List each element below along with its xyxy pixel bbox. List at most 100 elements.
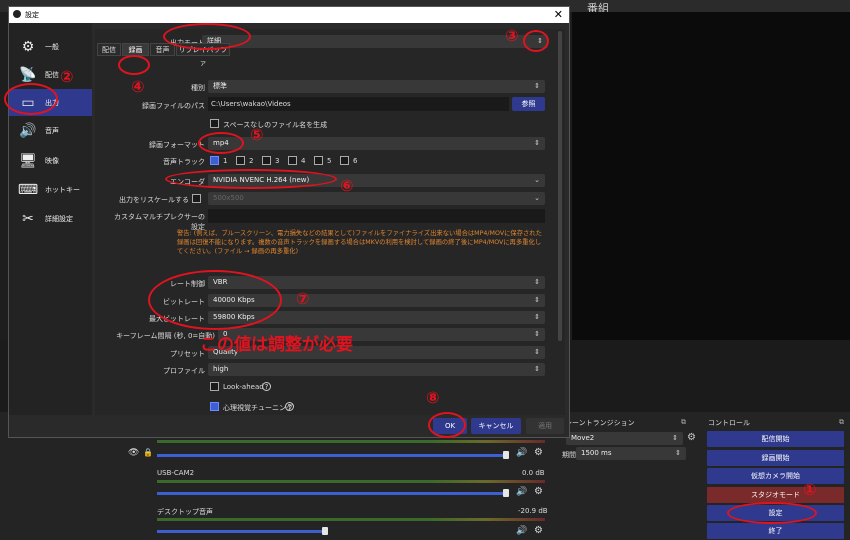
keyframe-label: キーフレーム間隔 (秒, 0=自動)	[116, 332, 215, 340]
rescale-label: 出力をリスケールする	[119, 196, 189, 204]
start-streaming-button[interactable]: 配信開始	[707, 431, 844, 447]
apply-button[interactable]: 適用	[526, 418, 564, 434]
sidebar-item-video[interactable]: 🖥 映像	[9, 147, 92, 174]
cancel-button[interactable]: キャンセル	[471, 418, 521, 434]
spin-arrows-icon: ⇕	[534, 139, 540, 147]
preset-label: プリセット	[170, 350, 205, 358]
spin-arrows-icon: ⇕	[534, 348, 540, 356]
chevron-down-icon: ⌄	[534, 176, 540, 184]
duration-input[interactable]: 1500 ms ⇕	[576, 447, 686, 460]
mixer-source-level: 0.0 dB	[522, 469, 545, 477]
track-label: 3	[275, 157, 280, 165]
psycho-visual-label: 心理視覚チューニング	[223, 404, 293, 412]
speaker-icon[interactable]: 🔊	[516, 526, 527, 536]
close-icon[interactable]: ✕	[554, 8, 563, 21]
sidebar-item-general[interactable]: ⚙ 一般	[9, 33, 92, 60]
tab-audio[interactable]: 音声	[150, 43, 175, 56]
annotation-circle	[165, 169, 337, 189]
track-5-checkbox[interactable]	[314, 156, 323, 165]
annotation-number: ③	[505, 26, 519, 45]
spin-arrows-icon: ⇕	[675, 449, 681, 457]
dock-popout-icon[interactable]: ⧉	[681, 418, 686, 427]
help-icon[interactable]: ?	[262, 382, 271, 391]
volume-slider[interactable]	[157, 454, 507, 457]
sidebar-item-advanced[interactable]: ✂ 詳細設定	[9, 205, 92, 232]
sidebar-item-label: 配信	[45, 70, 59, 79]
obs-logo-icon	[13, 10, 21, 18]
spin-arrows-icon: ⇕	[534, 82, 540, 90]
volume-slider[interactable]	[157, 492, 507, 495]
mixer-source-level: -20.9 dB	[518, 507, 548, 515]
sidebar-item-audio[interactable]: 🔊 音声	[9, 117, 92, 144]
transition-gear-icon[interactable]: ⚙	[687, 432, 696, 443]
transition-select[interactable]: Move2 ⇕	[566, 432, 683, 445]
tools-icon: ✂	[22, 210, 34, 227]
browse-button[interactable]: 参照	[512, 97, 545, 111]
exit-button[interactable]: 終了	[707, 523, 844, 539]
output-mode-select[interactable]: 詳細 ⇕	[202, 35, 548, 48]
track-4-checkbox[interactable]	[288, 156, 297, 165]
lookahead-checkbox[interactable]	[210, 382, 219, 391]
studio-mode-button[interactable]: スタジオモード	[707, 487, 844, 503]
keyboard-icon: ⌨	[17, 181, 39, 198]
spin-arrows-icon: ⇕	[534, 330, 540, 338]
dialog-titlebar: 設定 ✕	[9, 7, 569, 23]
track-2-checkbox[interactable]	[236, 156, 245, 165]
annotation-number: ⑦	[296, 289, 310, 308]
annotation-circle	[148, 270, 282, 330]
mixer-gear-icon[interactable]: ⚙	[534, 447, 543, 458]
mixer-gear-icon[interactable]: ⚙	[534, 486, 543, 497]
rescale-checkbox[interactable]	[192, 194, 201, 203]
muxer-input[interactable]	[208, 209, 545, 223]
nospace-checkbox[interactable]	[210, 119, 219, 128]
type-select[interactable]: 標準 ⇕	[208, 80, 545, 93]
path-input[interactable]: C:\Users\wakao\Videos	[208, 97, 509, 111]
annotation-circle	[163, 23, 251, 50]
volume-slider-thumb[interactable]	[322, 527, 328, 535]
annotation-circle	[198, 132, 244, 154]
sidebar-item-label: 一般	[45, 42, 59, 51]
volume-slider[interactable]	[157, 530, 327, 533]
controls-dock-header: コントロール	[708, 419, 750, 427]
path-label: 録画ファイルのパス	[142, 102, 205, 110]
sidebar-item-label: 音声	[45, 126, 59, 135]
track-3-checkbox[interactable]	[262, 156, 271, 165]
mixer-gear-icon[interactable]: ⚙	[534, 525, 543, 536]
track-1-checkbox[interactable]	[210, 156, 219, 165]
volume-slider-thumb[interactable]	[503, 489, 509, 497]
profile-select[interactable]: high ⇕	[208, 363, 545, 376]
annotation-number: ⑧	[426, 388, 440, 407]
mp4-warning-text: 警告: (例えば、ブルースクリーン、電力損失などの結果として)ファイルをファイナ…	[177, 230, 542, 255]
scrollbar[interactable]	[558, 31, 562, 341]
lock-icon[interactable]: 🔒	[143, 448, 153, 457]
format-label: 録画フォーマット	[149, 141, 205, 149]
eye-icon[interactable]: 👁	[128, 448, 139, 458]
tab-stream[interactable]: 配信	[97, 43, 121, 56]
spin-arrows-icon: ⇕	[534, 313, 540, 321]
sidebar-item-label: ホットキー	[45, 185, 80, 194]
mixer-source-name: USB-CAM2	[157, 469, 195, 477]
volume-meter	[157, 440, 545, 443]
speaker-icon[interactable]: 🔊	[516, 448, 527, 458]
mixer-source-name: デスクトップ音声	[157, 508, 213, 516]
settings-dialog: 設定 ✕ ⚙一般 📡配信 ▭出力 🔊音声 🖥映像 ⌨ホットキー ✂詳細設定 出力…	[8, 6, 570, 438]
track-6-checkbox[interactable]	[340, 156, 349, 165]
help-icon[interactable]: ?	[285, 402, 294, 411]
speaker-icon[interactable]: 🔊	[516, 487, 527, 497]
annotation-circle	[727, 502, 817, 524]
preview-area	[572, 12, 850, 340]
chevron-down-icon: ⌄	[534, 194, 540, 202]
virtual-camera-button[interactable]: 仮想カメラ開始	[707, 468, 844, 484]
volume-meter	[157, 518, 545, 521]
monitor-icon: 🖥	[19, 152, 37, 169]
volume-slider-thumb[interactable]	[503, 451, 509, 459]
volume-meter	[157, 480, 545, 483]
track-label: 6	[353, 157, 358, 165]
spin-arrows-icon: ⇕	[534, 278, 540, 286]
rescale-select[interactable]: 500x500 ⌄	[208, 192, 545, 205]
start-recording-button[interactable]: 録画開始	[707, 450, 844, 466]
dialog-title: 設定	[25, 11, 39, 19]
psycho-visual-checkbox[interactable]	[210, 402, 219, 411]
dock-popout-icon[interactable]: ⧉	[839, 418, 844, 427]
sidebar-item-hotkeys[interactable]: ⌨ ホットキー	[9, 176, 92, 203]
